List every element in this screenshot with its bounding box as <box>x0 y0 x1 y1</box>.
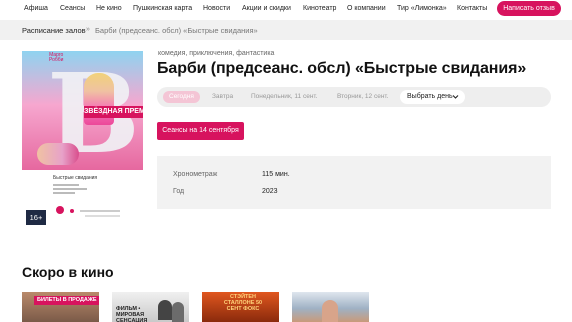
nav-item-news[interactable]: Новости <box>203 4 230 13</box>
duration-label: Хронометраж <box>173 171 218 178</box>
coming-soon-poster[interactable]: СТЭЙТЕН СТАЛЛОНЕ 50 СЕНТ ФОКС <box>202 292 279 322</box>
top-navigation: Афиша Сеансы Не кино Пушкинская карта Но… <box>0 0 572 17</box>
poster-caption: ФИЛЬМ • МИРОВАЯ СЕНСАЦИЯ <box>116 306 148 322</box>
movie-poster: B Марго Робби ЗВЁЗДНАЯ ПРЕМЬЕРА <box>22 51 143 170</box>
poster-credits-line <box>80 210 120 212</box>
poster-logo-icon <box>56 206 64 214</box>
age-rating-badge: 16+ <box>26 210 46 225</box>
day-tab-monday[interactable]: Понедельник, 11 сент. <box>251 91 317 103</box>
premiere-badge: ЗВЁЗДНАЯ ПРЕМЬЕРА <box>84 106 143 118</box>
coming-soon-poster[interactable]: БИЛЕТЫ В ПРОДАЖЕ <box>22 292 99 322</box>
nav-item-pushkin-card[interactable]: Пушкинская карта <box>133 4 192 13</box>
poster-logo-dot-icon <box>70 209 74 213</box>
poster-figure <box>172 302 184 322</box>
year-label: Год <box>173 188 185 195</box>
poster-figure <box>158 300 172 320</box>
write-review-button[interactable]: Написать отзыв <box>497 1 561 16</box>
breadcrumb-root-link[interactable]: Расписание залов <box>22 26 86 35</box>
poster-figure-lying <box>37 143 79 165</box>
nav-item-cinema[interactable]: Кинотеатр <box>303 4 336 13</box>
poster-card-title: Быстрые свидания <box>53 175 98 181</box>
poster-credits-line <box>85 215 120 217</box>
nav-item-afisha[interactable]: Афиша <box>24 4 48 13</box>
poster-card-text-line <box>53 184 79 186</box>
day-selector: Сегодня Завтра Понедельник, 11 сент. Вто… <box>157 87 551 107</box>
poster-caption: СТЭЙТЕН СТАЛЛОНЕ 50 СЕНТ ФОКС <box>223 294 263 312</box>
nav-item-promo[interactable]: Акции и скидки <box>242 4 291 13</box>
poster-card-text-line <box>53 188 87 190</box>
day-tab-tomorrow[interactable]: Завтра <box>212 91 233 103</box>
breadcrumb-current: Барби (предсеанс. обсл) «Быстрые свидани… <box>95 26 258 35</box>
coming-soon-poster[interactable]: ФИЛЬМ • МИРОВАЯ СЕНСАЦИЯ <box>112 292 189 322</box>
chevron-down-icon <box>452 90 459 110</box>
movie-details: Хронометраж 115 мин. Год 2023 <box>157 156 551 209</box>
nav-item-tir[interactable]: Тир «Лимонка» <box>397 4 447 13</box>
poster-brand: Марго Робби <box>49 53 63 63</box>
year-value: 2023 <box>262 188 278 195</box>
breadcrumb: Расписание залов » Барби (предсеанс. обс… <box>0 20 572 40</box>
duration-value: 115 мин. <box>262 171 290 178</box>
movie-title: Барби (предсеанс. обсл) «Быстрые свидани… <box>157 60 527 77</box>
breadcrumb-separator: » <box>86 26 90 33</box>
nav-item-contacts[interactable]: Контакты <box>457 4 487 13</box>
poster-card: Быстрые свидания 16+ <box>22 170 143 225</box>
tickets-on-sale-badge: БИЛЕТЫ В ПРОДАЖЕ <box>34 296 99 305</box>
day-tab-tuesday[interactable]: Вторник, 12 сент. <box>337 91 388 103</box>
poster-brand-line2: Робби <box>49 57 64 63</box>
day-picker-dropdown[interactable]: Выбрать день <box>400 90 465 104</box>
day-picker-label: Выбрать день <box>407 93 453 100</box>
nav-item-about[interactable]: О компании <box>347 4 386 13</box>
day-tab-today[interactable]: Сегодня <box>163 91 200 103</box>
coming-soon-heading: Скоро в кино <box>22 264 114 280</box>
movie-genres: комедия, приключения, фантастика <box>158 50 275 57</box>
nav-item-seansy[interactable]: Сеансы <box>60 4 85 13</box>
nav-item-ne-kino[interactable]: Не кино <box>96 4 122 13</box>
poster-figure <box>322 300 338 322</box>
poster-card-text-line <box>53 192 75 194</box>
coming-soon-poster[interactable] <box>292 292 369 322</box>
sessions-button[interactable]: Сеансы на 14 сентября <box>157 122 244 140</box>
